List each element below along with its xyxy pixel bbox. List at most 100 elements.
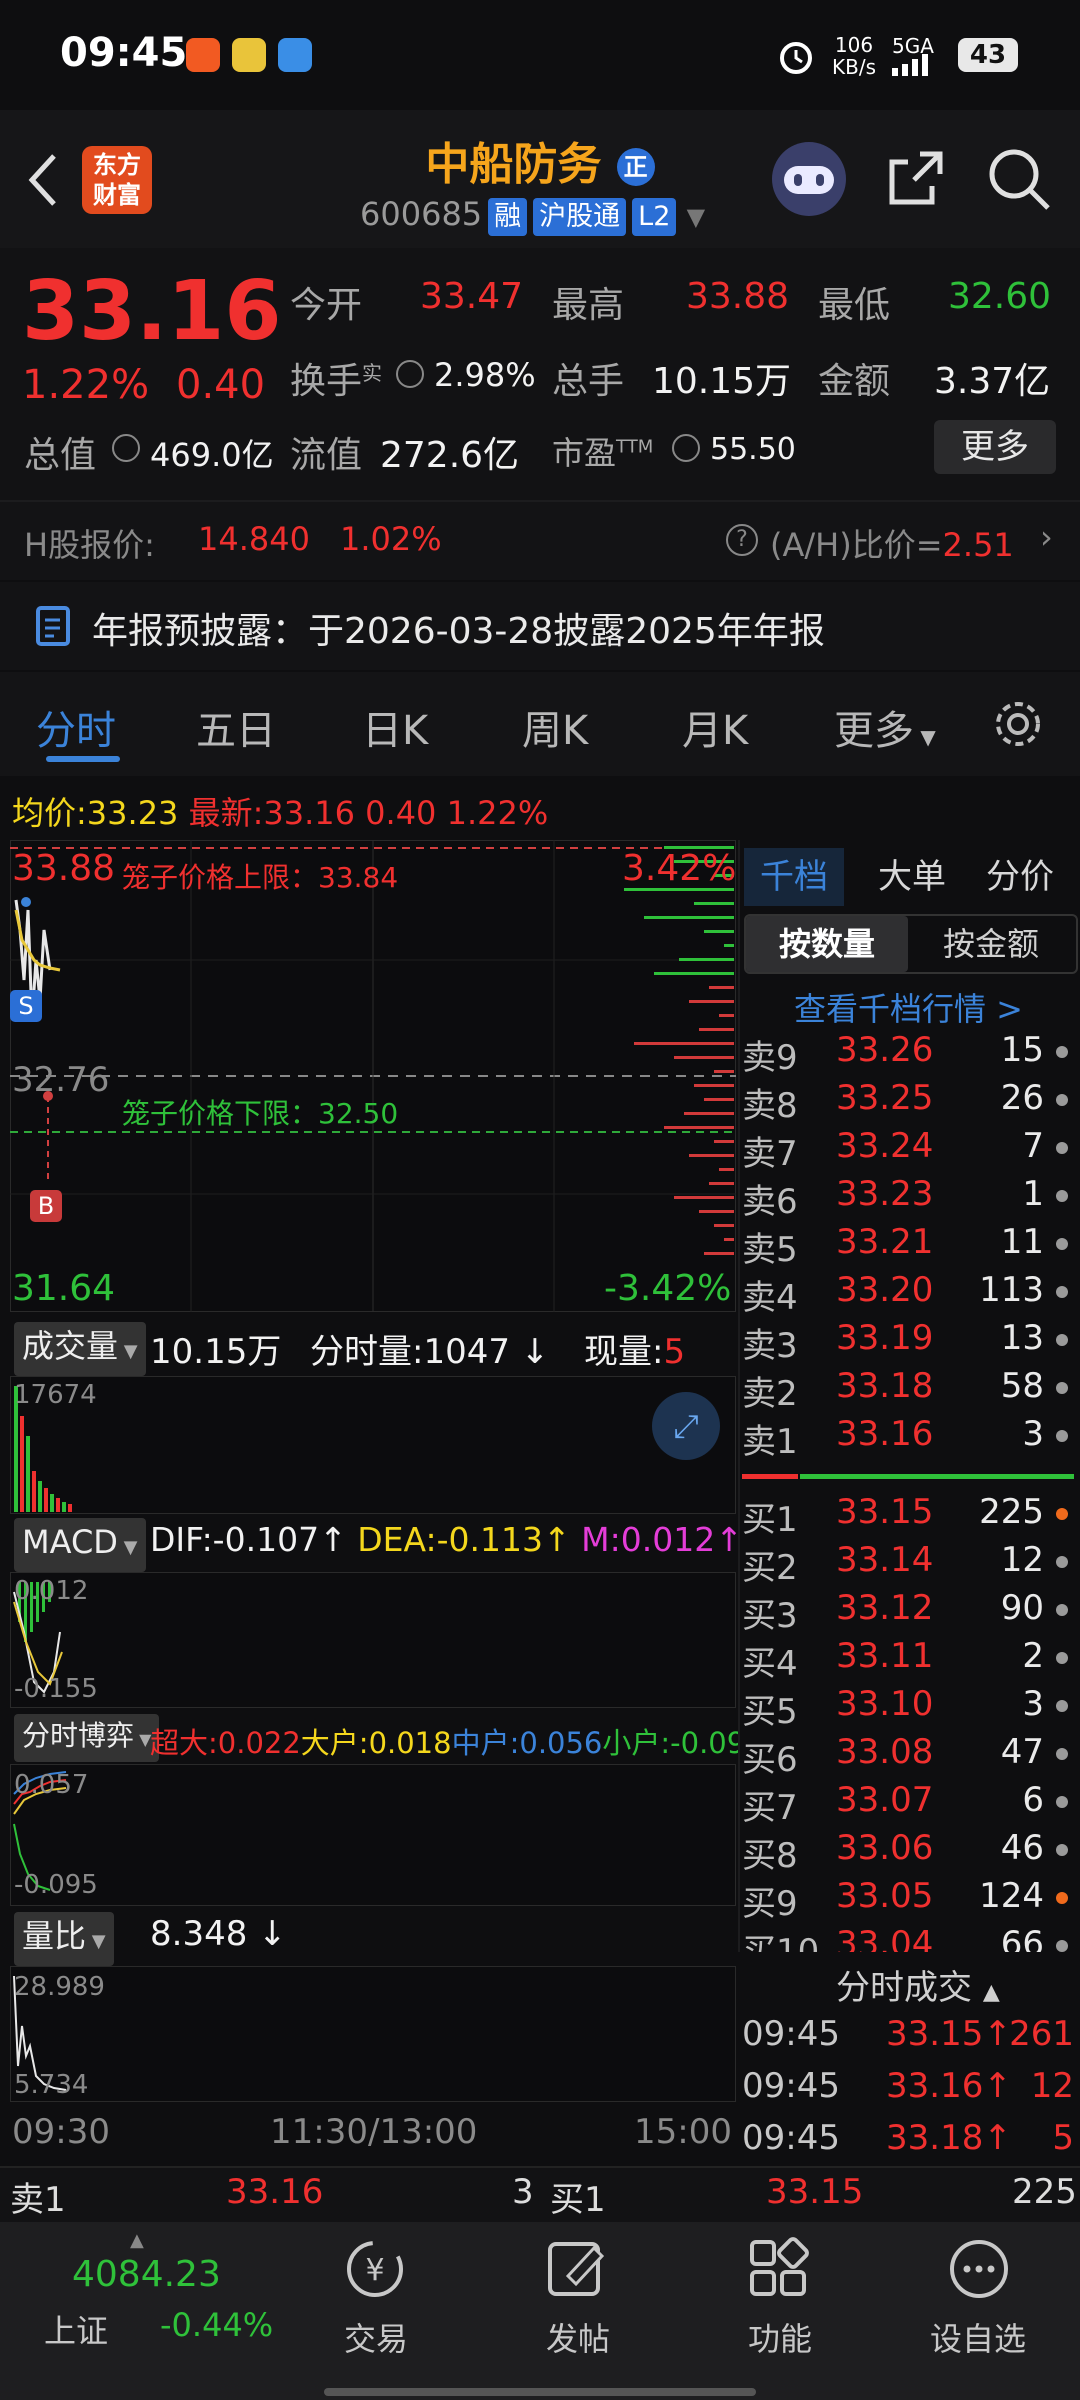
ask-row[interactable]: 卖1 33.16 3 bbox=[740, 1414, 1074, 1462]
depth-bar bbox=[644, 916, 734, 919]
avg-price-line: 均价:33.23 最新:33.16 0.40 1.22% bbox=[12, 794, 549, 832]
search-icon[interactable] bbox=[986, 146, 1052, 212]
macd-indicator-select[interactable]: MACD ▼ bbox=[14, 1518, 146, 1572]
status-dot bbox=[1056, 1700, 1068, 1712]
flow-indicator-select[interactable]: 分时博弈 ▼ bbox=[14, 1714, 160, 1762]
tab-daily[interactable]: 日K bbox=[362, 698, 428, 756]
bid-row[interactable]: 买7 33.07 6 bbox=[740, 1780, 1074, 1828]
ratio-axis-bottom: 5.734 bbox=[14, 2070, 89, 2100]
ask-row[interactable]: 卖5 33.21 11 bbox=[740, 1222, 1074, 1270]
depth-bar bbox=[694, 902, 734, 905]
trade-price: 33.18↑ bbox=[886, 2118, 1012, 2158]
volume-indicator-select[interactable]: 成交量 ▼ bbox=[14, 1322, 146, 1376]
bid-qty: 6 bbox=[1022, 1780, 1044, 1820]
ask-row[interactable]: 卖2 33.18 58 bbox=[740, 1366, 1074, 1414]
trade-volume: 12 bbox=[1030, 2066, 1074, 2106]
nav-functions[interactable]: 功能 bbox=[748, 2314, 812, 2360]
info-icon[interactable] bbox=[112, 434, 140, 462]
ratio-indicator-select[interactable]: 量比 ▼ bbox=[14, 1912, 114, 1966]
volume-total: 10.15万 bbox=[150, 1332, 282, 1372]
tab-weekly[interactable]: 周K bbox=[522, 698, 588, 756]
bid-row[interactable]: 买4 33.11 2 bbox=[740, 1636, 1074, 1684]
bid-row[interactable]: 买8 33.06 46 bbox=[740, 1828, 1074, 1876]
bid-price: 33.05 bbox=[836, 1876, 934, 1916]
bid-row[interactable]: 买9 33.05 124 bbox=[740, 1876, 1074, 1924]
bid-qty: 225 bbox=[979, 1492, 1044, 1532]
bid-level: 买4 bbox=[742, 1644, 798, 1684]
stock-code-line[interactable]: 600685 融沪股通 L2 ▼ bbox=[360, 195, 705, 236]
status-dot bbox=[1056, 1796, 1068, 1808]
ask-level: 卖8 bbox=[742, 1086, 798, 1126]
nav-trade[interactable]: 交易 bbox=[344, 2314, 408, 2360]
bid-level: 买3 bbox=[742, 1596, 798, 1636]
tab-monthly[interactable]: 月K bbox=[682, 698, 748, 756]
y-axis-top: 33.88 bbox=[12, 848, 116, 889]
expand-icon[interactable]: ⤢ bbox=[652, 1392, 720, 1460]
ask-level: 卖7 bbox=[742, 1134, 798, 1174]
bid-price: 33.08 bbox=[836, 1732, 934, 1772]
ask-row[interactable]: 卖8 33.25 26 bbox=[740, 1078, 1074, 1126]
tab-level1000[interactable]: 千档 bbox=[744, 848, 844, 906]
share-icon[interactable] bbox=[884, 146, 948, 210]
depth-bar bbox=[689, 1000, 734, 1003]
index-name: 上证 bbox=[44, 2312, 109, 2350]
info-icon[interactable] bbox=[672, 434, 700, 462]
info-icon[interactable] bbox=[396, 360, 424, 388]
pct-axis-bottom: -3.42% bbox=[604, 1268, 732, 1309]
sub-tab-by-amount[interactable]: 按金额 bbox=[910, 916, 1072, 972]
nav-watchlist[interactable]: 设自选 bbox=[930, 2314, 1026, 2360]
buy-marker[interactable]: B bbox=[30, 1190, 62, 1222]
trade-time: 09:45 bbox=[742, 2118, 840, 2158]
depth-bar bbox=[704, 930, 734, 933]
more-button[interactable]: 更多 bbox=[934, 420, 1056, 474]
ask-row[interactable]: 卖3 33.19 13 bbox=[740, 1318, 1074, 1366]
tab-intraday[interactable]: 分时 bbox=[36, 698, 116, 756]
bid-price: 33.06 bbox=[836, 1828, 934, 1868]
time-axis-mid: 11:30/13:00 bbox=[270, 2112, 478, 2152]
bid-row[interactable]: 买2 33.14 12 bbox=[740, 1540, 1074, 1588]
settings-icon[interactable] bbox=[990, 696, 1046, 752]
bid-row[interactable]: 买5 33.10 3 bbox=[740, 1684, 1074, 1732]
depth-bar bbox=[704, 1252, 734, 1255]
trade-icon[interactable]: ¥ bbox=[340, 2234, 410, 2304]
mktcap-label: 总值 bbox=[24, 435, 97, 476]
tab-more[interactable]: 更多 ▼ bbox=[834, 698, 936, 756]
bid-level: 买2 bbox=[742, 1548, 798, 1588]
hshare-price: 14.840 bbox=[198, 520, 310, 558]
status-dot bbox=[1056, 1556, 1068, 1568]
ask-qty: 11 bbox=[1000, 1222, 1044, 1262]
ask-row[interactable]: 卖6 33.23 1 bbox=[740, 1174, 1074, 1222]
grid-icon[interactable] bbox=[744, 2234, 814, 2304]
app-notification-icon bbox=[278, 38, 312, 72]
sub-tab-by-qty[interactable]: 按数量 bbox=[746, 916, 908, 972]
help-icon[interactable]: ? bbox=[726, 524, 758, 556]
sell-marker[interactable]: S bbox=[10, 990, 42, 1022]
bid-row[interactable]: 买1 33.15 225 bbox=[740, 1492, 1074, 1540]
ask-level: 卖5 bbox=[742, 1230, 798, 1270]
nav-post[interactable]: 发帖 bbox=[546, 2314, 610, 2360]
ask-price: 33.23 bbox=[836, 1174, 934, 1214]
ask-row[interactable]: 卖9 33.26 15 bbox=[740, 1030, 1074, 1078]
amount-label: 金额 bbox=[818, 361, 891, 402]
tab-big-orders[interactable]: 大单 bbox=[862, 848, 962, 906]
assistant-avatar[interactable] bbox=[772, 142, 846, 216]
bid-row[interactable]: 买3 33.12 90 bbox=[740, 1588, 1074, 1636]
tab-price-dist[interactable]: 分价 bbox=[970, 848, 1070, 906]
more-dots-icon[interactable] bbox=[944, 2234, 1014, 2304]
trade-volume: 5 bbox=[1052, 2118, 1074, 2158]
view-depth-link[interactable]: 查看千档行情 > bbox=[794, 984, 1023, 1030]
ask-row[interactable]: 卖4 33.20 113 bbox=[740, 1270, 1074, 1318]
compose-icon[interactable] bbox=[542, 2234, 612, 2304]
ask-price: 33.24 bbox=[836, 1126, 934, 1166]
bid-qty: 12 bbox=[1000, 1540, 1044, 1580]
depth-bar bbox=[714, 1140, 734, 1143]
y-axis-bottom: 31.64 bbox=[12, 1268, 116, 1309]
tab-5day[interactable]: 五日 bbox=[196, 698, 276, 756]
ask-price: 33.19 bbox=[836, 1318, 934, 1358]
ask-row[interactable]: 卖7 33.24 7 bbox=[740, 1126, 1074, 1174]
flow-axis-top: 0.057 bbox=[14, 1770, 89, 1800]
bid-row[interactable]: 买6 33.08 47 bbox=[740, 1732, 1074, 1780]
ask-level: 卖1 bbox=[742, 1422, 798, 1462]
depth-bar bbox=[699, 1028, 734, 1031]
float-label: 流值 bbox=[290, 435, 363, 476]
